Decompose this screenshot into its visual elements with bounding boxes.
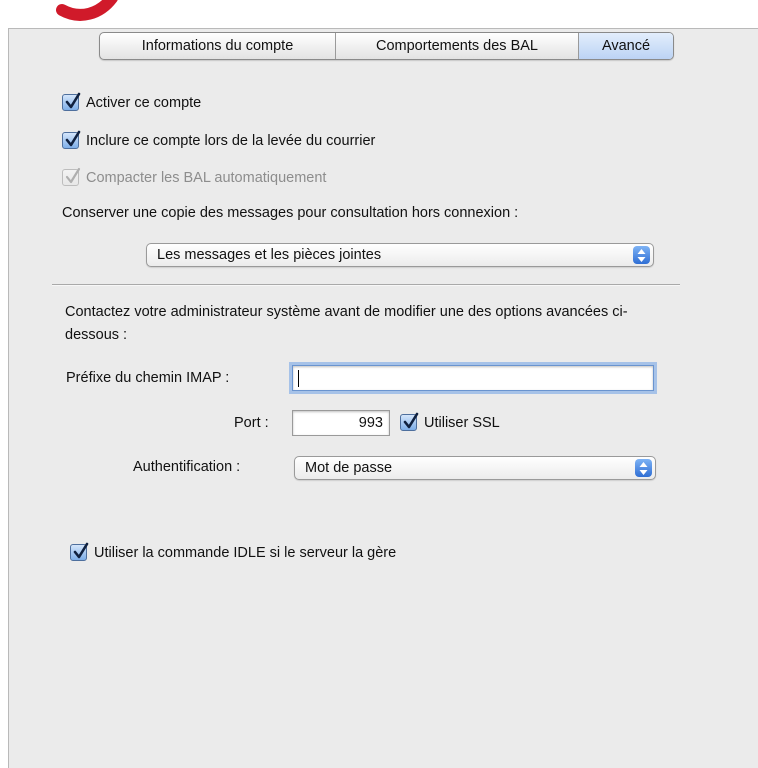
use-idle-checkbox[interactable] — [70, 542, 89, 561]
use-ssl-row[interactable]: Utiliser SSL — [400, 412, 500, 431]
offline-copy-label: Conserver une copie des messages pour co… — [62, 205, 519, 221]
updown-arrows-icon — [635, 459, 652, 477]
use-idle-row[interactable]: Utiliser la commande IDLE si le serveur … — [70, 542, 397, 561]
authentication-value: Mot de passe — [305, 460, 393, 476]
authentication-select[interactable]: Mot de passe — [294, 456, 656, 480]
offline-copy-value: Les messages et les pièces jointes — [157, 247, 382, 263]
tab-mailbox-behaviors[interactable]: Comportements des BAL — [336, 33, 579, 59]
port-label: Port : — [234, 415, 269, 431]
use-ssl-checkbox[interactable] — [400, 412, 419, 431]
activate-account-row[interactable]: Activer ce compte — [62, 92, 202, 111]
offline-copy-select[interactable]: Les messages et les pièces jointes — [146, 243, 654, 267]
compact-mailboxes-checkbox — [62, 167, 81, 186]
tab-account-information[interactable]: Informations du compte — [100, 33, 336, 59]
authentication-label: Authentification : — [133, 459, 241, 475]
section-divider — [52, 284, 680, 285]
tab-bar: Informations du compte Comportements des… — [99, 32, 674, 60]
imap-prefix-label: Préfixe du chemin IMAP : — [66, 370, 230, 386]
include-in-check-label: Inclure ce compte lors de la levée du co… — [86, 132, 376, 149]
include-in-check-checkbox[interactable] — [62, 130, 81, 149]
red-annotation-stroke — [56, 0, 118, 21]
activate-account-checkbox[interactable] — [62, 92, 81, 111]
compact-mailboxes-label: Compacter les BAL automatiquement — [86, 169, 327, 186]
use-ssl-label: Utiliser SSL — [424, 414, 500, 431]
port-input[interactable]: 993 — [292, 410, 390, 436]
activate-account-label: Activer ce compte — [86, 94, 202, 111]
tab-advanced[interactable]: Avancé — [579, 33, 673, 59]
port-value: 993 — [358, 415, 383, 431]
imap-prefix-input[interactable] — [289, 362, 657, 394]
include-in-check-row[interactable]: Inclure ce compte lors de la levée du co… — [62, 130, 376, 149]
compact-mailboxes-row: Compacter les BAL automatiquement — [62, 167, 327, 186]
use-idle-label: Utiliser la commande IDLE si le serveur … — [94, 544, 397, 561]
text-caret — [298, 369, 299, 387]
updown-arrows-icon — [633, 246, 650, 264]
admin-notice: Contactez votre administrateur système a… — [65, 304, 628, 343]
